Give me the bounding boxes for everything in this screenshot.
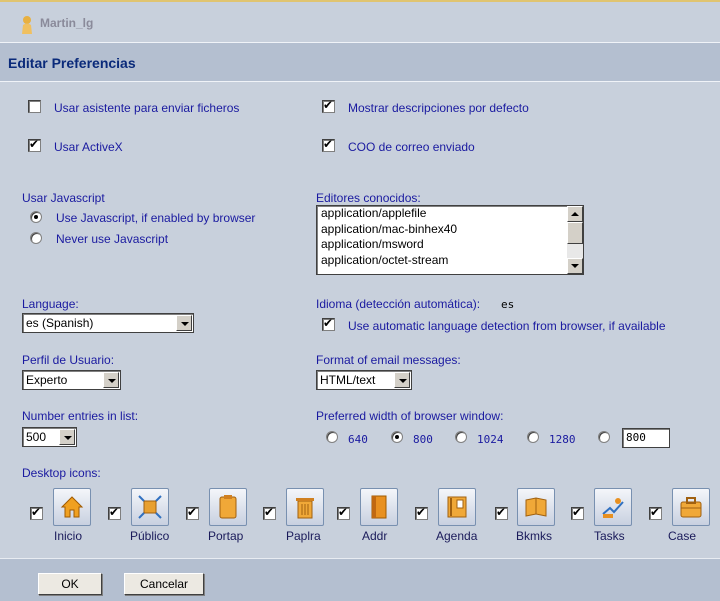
email-format-select[interactable]: HTML/text	[316, 370, 412, 390]
chevron-down-icon[interactable]	[394, 372, 410, 388]
section-header: Editar Preferencias	[0, 42, 720, 82]
radio-width-800[interactable]	[391, 431, 403, 443]
language-select[interactable]: es (Spanish)	[22, 313, 194, 333]
radio-never-javascript[interactable]	[30, 232, 42, 244]
label-width-800: 800	[413, 433, 433, 446]
desk-label-addr: Addr	[362, 529, 388, 543]
email-format-label: Format of email messages:	[316, 353, 461, 367]
checkbox-desk-tasks[interactable]	[571, 505, 584, 520]
bookmarks-icon[interactable]	[517, 488, 555, 526]
label-usar-activex: Usar ActiveX	[54, 140, 123, 154]
idioma-label: Idioma (detección automática):	[316, 297, 481, 311]
label-coo-correo: COO de correo enviado	[348, 140, 475, 154]
language-label: Language:	[22, 297, 79, 311]
desk-label-case: Case	[668, 529, 697, 543]
checkbox-desk-paplra[interactable]	[263, 505, 276, 520]
desk-label-paplra: Paplra	[286, 529, 321, 543]
scroll-thumb[interactable]	[567, 222, 583, 244]
radio-width-1024[interactable]	[455, 431, 467, 443]
radio-width-640[interactable]	[326, 431, 338, 443]
footer-bar: OK Cancelar	[0, 558, 720, 601]
desk-label-agenda: Agenda	[436, 529, 478, 543]
checkbox-coo-correo[interactable]	[322, 137, 335, 152]
label-mostrar-descripciones: Mostrar descripciones por defecto	[348, 101, 529, 115]
entries-value: 500	[26, 430, 47, 444]
label-width-640: 640	[348, 433, 368, 446]
desk-label-publico: Público	[130, 529, 170, 543]
desk-label-bkmks: Bkmks	[516, 529, 552, 543]
checkbox-desk-agenda[interactable]	[415, 505, 428, 520]
label-use-javascript: Use Javascript, if enabled by browser	[56, 211, 256, 225]
label-width-1024: 1024	[477, 433, 504, 446]
public-icon[interactable]	[131, 488, 169, 526]
label-auto-language: Use automatic language detection from br…	[348, 319, 666, 333]
entries-label: Number entries in list:	[22, 409, 139, 423]
checkbox-desk-portap[interactable]	[186, 505, 199, 520]
checkbox-usar-activex[interactable]	[28, 137, 41, 152]
scroll-up-icon[interactable]	[567, 206, 583, 222]
label-never-javascript: Never use Javascript	[56, 232, 169, 246]
custom-width-input[interactable]: 800	[622, 428, 670, 448]
desk-label-portap: Portap	[208, 529, 244, 543]
chevron-down-icon[interactable]	[103, 372, 119, 388]
scroll-down-icon[interactable]	[567, 258, 583, 274]
radio-width-custom[interactable]	[598, 431, 610, 443]
checkbox-desk-case[interactable]	[649, 505, 662, 520]
perfil-select[interactable]: Experto	[22, 370, 121, 390]
checkbox-desk-inicio[interactable]	[30, 505, 43, 520]
address-book-icon[interactable]	[360, 488, 398, 526]
editors-listbox[interactable]: application/applefile application/mac-bi…	[316, 205, 584, 275]
agenda-icon[interactable]	[438, 488, 476, 526]
checkbox-desk-bkmks[interactable]	[495, 505, 508, 520]
list-item[interactable]: application/applefile	[317, 206, 583, 222]
user-icon	[22, 16, 32, 34]
desk-label-inicio: Inicio	[54, 529, 83, 543]
idioma-value: es	[501, 298, 515, 311]
desk-label-tasks: Tasks	[594, 529, 625, 543]
perfil-value: Experto	[26, 373, 68, 387]
user-name: Martin_lg	[40, 16, 94, 30]
email-format-value: HTML/text	[320, 373, 376, 387]
ok-button[interactable]: OK	[38, 573, 102, 595]
checkbox-usar-asistente[interactable]	[28, 100, 41, 113]
label-width-1280: 1280	[549, 433, 576, 446]
checkbox-desk-publico[interactable]	[108, 505, 121, 520]
trash-icon[interactable]	[286, 488, 324, 526]
cancel-button[interactable]: Cancelar	[124, 573, 204, 595]
label-usar-asistente: Usar asistente para enviar ficheros	[54, 101, 240, 115]
language-value: es (Spanish)	[26, 316, 94, 330]
radio-width-1280[interactable]	[527, 431, 539, 443]
clipboard-icon[interactable]	[209, 488, 247, 526]
checkbox-auto-language[interactable]	[322, 316, 335, 331]
home-icon[interactable]	[53, 488, 91, 526]
list-item[interactable]: application/octet-stream	[317, 253, 583, 269]
user-bar: Martin_lg	[0, 0, 720, 42]
checkbox-mostrar-descripciones[interactable]	[322, 98, 335, 113]
checkbox-desk-addr[interactable]	[337, 505, 350, 520]
browser-width-label: Preferred width of browser window:	[316, 409, 504, 423]
page-title: Editar Preferencias	[8, 55, 136, 71]
editors-title: Editores conocidos:	[316, 191, 421, 205]
briefcase-icon[interactable]	[672, 488, 710, 526]
perfil-label: Perfil de Usuario:	[22, 353, 115, 367]
list-item[interactable]: application/msword	[317, 237, 583, 253]
listbox-scrollbar[interactable]	[567, 206, 583, 274]
tasks-icon[interactable]	[594, 488, 632, 526]
chevron-down-icon[interactable]	[176, 315, 192, 331]
radio-use-javascript[interactable]	[30, 211, 42, 223]
chevron-down-icon[interactable]	[59, 429, 75, 445]
desktop-icons-title: Desktop icons:	[22, 466, 101, 480]
list-item[interactable]: application/mac-binhex40	[317, 222, 583, 238]
entries-select[interactable]: 500	[22, 427, 77, 447]
javascript-title: Usar Javascript	[22, 191, 105, 205]
